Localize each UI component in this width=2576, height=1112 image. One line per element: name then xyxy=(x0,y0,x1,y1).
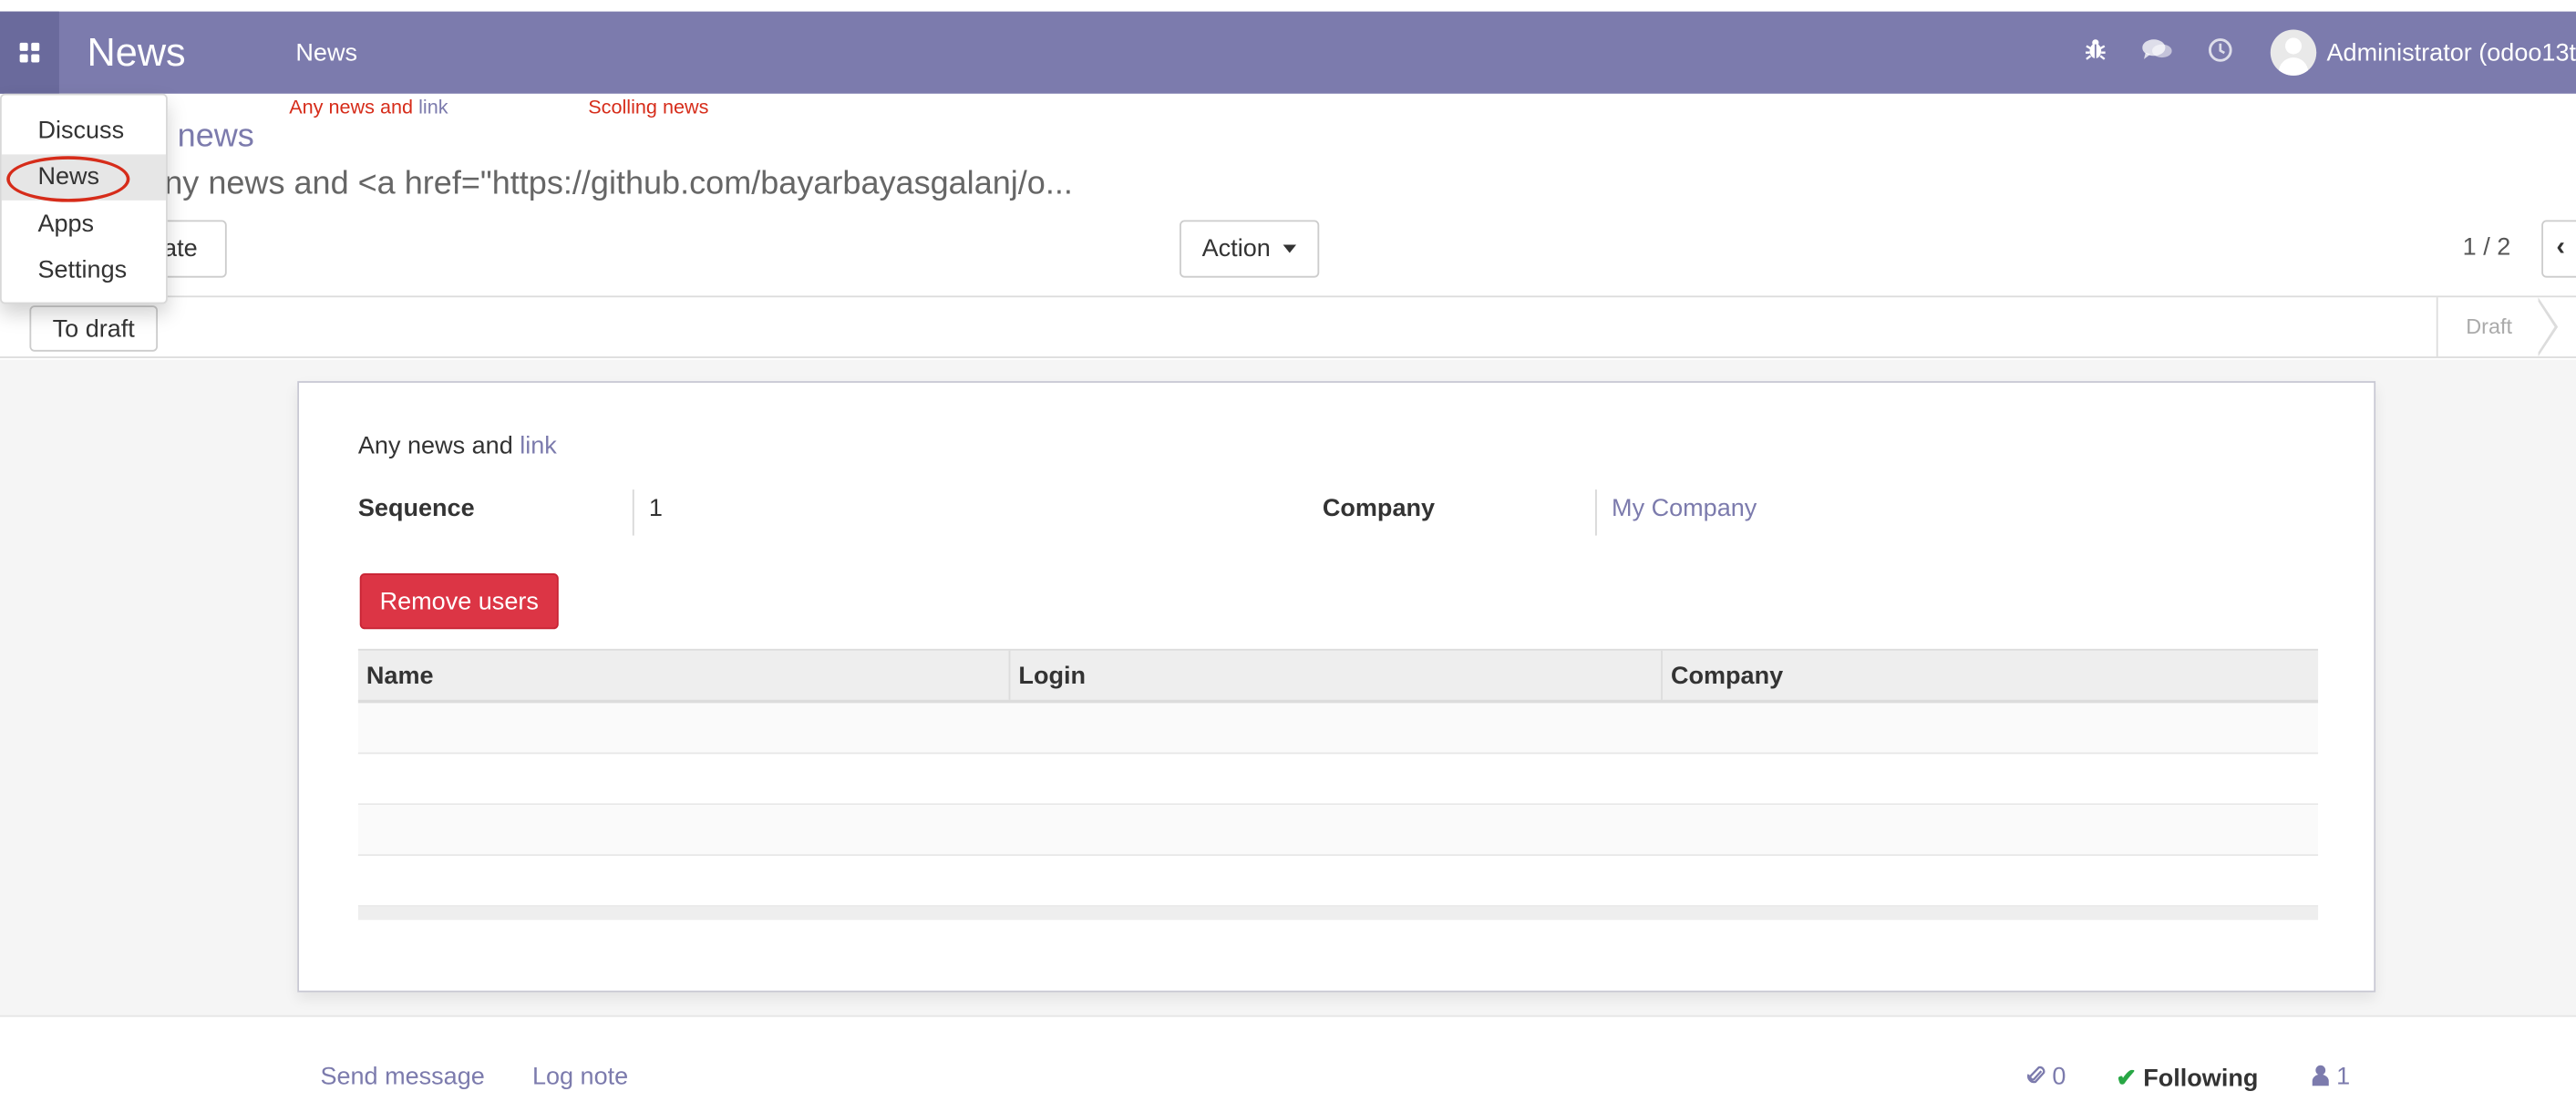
table-row-empty xyxy=(357,856,2319,907)
news-description-text: Any news and xyxy=(357,432,520,460)
news-ticker-item-1-link[interactable]: link xyxy=(418,96,448,118)
user-avatar[interactable] xyxy=(2271,29,2317,76)
user-menu-name[interactable]: Administrator (odoo13t xyxy=(2327,38,2576,67)
pager-value[interactable]: 1 / 2 xyxy=(2463,233,2511,262)
app-brand[interactable]: News xyxy=(88,31,186,77)
chevron-left-icon: ‹ xyxy=(2556,232,2565,262)
attachments-counter[interactable]: 0 xyxy=(2026,1063,2066,1091)
action-button-label: Action xyxy=(1201,234,1271,263)
debug-bug-icon[interactable] xyxy=(2064,37,2126,67)
status-stage-arrow xyxy=(2536,297,2559,357)
company-label: Company xyxy=(1322,494,1436,523)
table-row-empty xyxy=(357,703,2319,755)
news-ticker-item-1: Any news and link xyxy=(289,96,448,118)
app-menu-item-settings[interactable]: Settings xyxy=(2,248,166,293)
to-draft-button[interactable]: To draft xyxy=(29,305,159,352)
app-menu-item-apps[interactable]: Apps xyxy=(2,202,166,248)
apps-grid-icon xyxy=(19,42,40,63)
pager-previous-button[interactable]: ‹ xyxy=(2541,220,2576,278)
log-note-button[interactable]: Log note xyxy=(532,1063,628,1091)
table-row-empty xyxy=(357,754,2319,806)
highlight-circle-annotation xyxy=(6,156,130,202)
status-stage-draft[interactable]: Draft xyxy=(2436,297,2551,357)
attachments-count: 0 xyxy=(2052,1063,2066,1091)
breadcrumb-news[interactable]: news xyxy=(178,118,254,156)
sequence-value: 1 xyxy=(648,494,663,523)
apps-menu-toggle[interactable] xyxy=(0,11,59,94)
news-ticker-item-2: Scolling news xyxy=(588,95,709,118)
activity-clock-icon[interactable] xyxy=(2189,37,2251,68)
top-navbar: News News Administrator (odoo13t xyxy=(0,11,2576,94)
news-description: Any news and link xyxy=(358,432,557,460)
sequence-label: Sequence xyxy=(357,494,475,523)
to-draft-label: To draft xyxy=(52,314,135,343)
company-value-link[interactable]: My Company xyxy=(1612,494,1757,522)
user-icon xyxy=(2312,1065,2329,1086)
record-name-breadcrumb: ny news and <a href="https://github.com/… xyxy=(164,166,1073,202)
odoo-window: News News Administrator (odoo13t Any new… xyxy=(0,0,2576,1112)
navbar-systray: Administrator (odoo13t xyxy=(2064,12,2576,94)
following-button[interactable]: ✔ Following xyxy=(2116,1063,2259,1093)
following-label: Following xyxy=(2143,1064,2259,1093)
column-header-login[interactable]: Login xyxy=(1010,650,1663,700)
news-ticker-item-1-text: Any news and xyxy=(289,95,419,118)
paperclip-icon xyxy=(2026,1066,2045,1084)
column-header-name[interactable]: Name xyxy=(358,650,1011,700)
caret-down-icon xyxy=(1283,244,1297,253)
field-separator xyxy=(1595,489,1597,536)
nav-menu-news[interactable]: News xyxy=(295,39,357,67)
followers-counter[interactable]: 1 xyxy=(2312,1063,2350,1091)
remove-users-button[interactable]: Remove users xyxy=(359,573,559,630)
column-header-company[interactable]: Company xyxy=(1663,651,2318,700)
users-table: Name Login Company xyxy=(357,648,2319,921)
followers-count: 1 xyxy=(2336,1063,2351,1091)
check-icon: ✔ xyxy=(2116,1064,2138,1093)
chat-bubbles-icon[interactable] xyxy=(2127,37,2189,67)
table-row-empty xyxy=(357,805,2319,856)
app-menu-item-discuss[interactable]: Discuss xyxy=(2,108,166,154)
remove-users-label: Remove users xyxy=(379,587,539,615)
field-separator xyxy=(632,489,634,536)
users-table-footer xyxy=(357,906,2319,921)
form-statusbar: To draft Draft xyxy=(0,295,2576,358)
users-table-header: Name Login Company xyxy=(357,648,2319,704)
chatter: Send message Log note 0 ✔ Following 1 xyxy=(0,1018,2576,1112)
send-message-button[interactable]: Send message xyxy=(320,1063,484,1091)
form-sheet: Any news and link Sequence 1 Company My … xyxy=(297,381,2376,993)
action-dropdown-button[interactable]: Action xyxy=(1180,220,1320,278)
news-description-link[interactable]: link xyxy=(520,432,557,460)
